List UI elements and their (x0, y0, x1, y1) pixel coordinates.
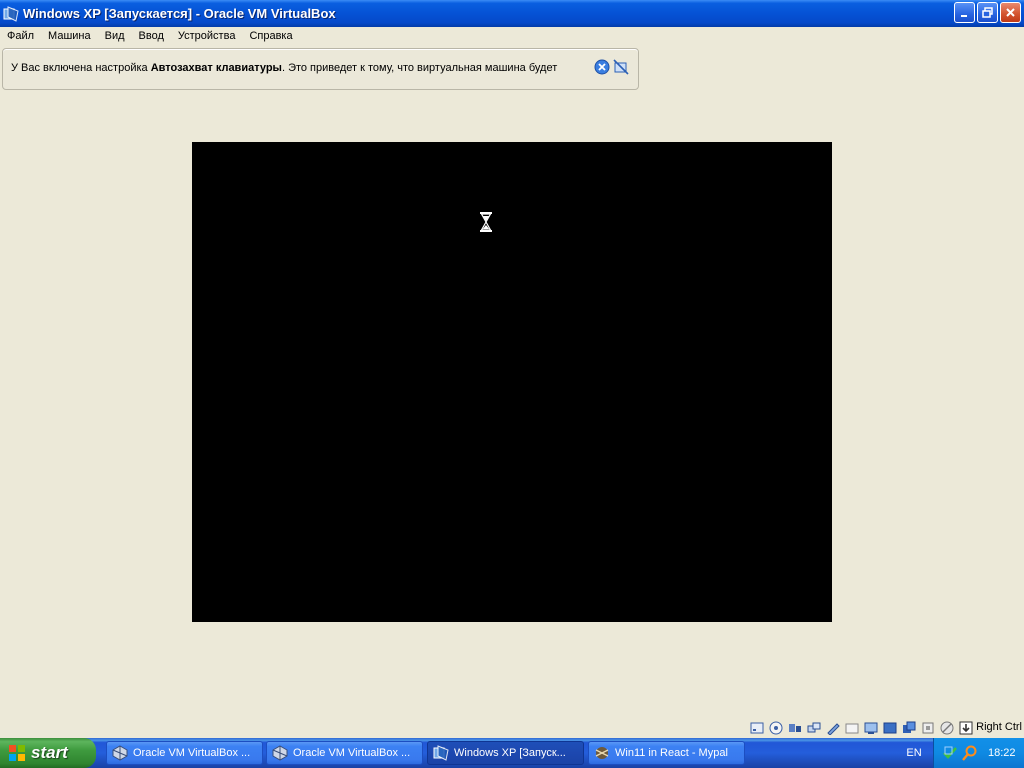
language-indicator[interactable]: EN (896, 738, 932, 768)
video-capture-2-icon[interactable] (901, 720, 917, 736)
menu-bar: Файл Машина Вид Ввод Устройства Справка (0, 27, 1024, 45)
banner-icons (594, 59, 629, 75)
close-button[interactable] (1000, 2, 1021, 23)
video-capture-icon[interactable] (882, 720, 898, 736)
title-bar[interactable]: Windows XP [Запускается] - Oracle VM Vir… (0, 0, 1024, 27)
taskbar-item-label: Oracle VM VirtualBox ... (133, 747, 251, 759)
menu-input[interactable]: Ввод (132, 27, 171, 45)
banner-text-after: . Это приведет к тому, что виртуальная м… (281, 62, 558, 74)
shared-folders-icon[interactable] (844, 720, 860, 736)
menu-view[interactable]: Вид (98, 27, 132, 45)
taskbar-item-label: Windows XP [Запуск... (454, 747, 566, 759)
keyboard-capture-icon[interactable] (958, 720, 974, 736)
banner-text-before: У Вас включена настройка (11, 62, 151, 74)
windows-logo-icon (8, 744, 26, 762)
window-controls (954, 2, 1021, 23)
menu-devices[interactable]: Устройства (171, 27, 243, 45)
menu-file[interactable]: Файл (0, 27, 41, 45)
hourglass-icon (480, 212, 492, 232)
banner-message: У Вас включена настройка Автозахват клав… (11, 62, 557, 74)
virtualbox-icon[interactable] (3, 5, 19, 22)
status-indicators (749, 720, 974, 736)
clock[interactable]: 18:22 (988, 747, 1016, 759)
banner-text-bold: Автозахват клавиатуры (150, 62, 282, 74)
menu-help[interactable]: Справка (242, 27, 299, 45)
maximize-button[interactable] (977, 2, 998, 23)
usb-icon[interactable] (825, 720, 841, 736)
search-tray-icon[interactable] (962, 745, 978, 761)
menu-machine[interactable]: Машина (41, 27, 98, 45)
vm-display[interactable] (192, 142, 832, 622)
dont-show-again-icon[interactable] (613, 59, 629, 75)
host-key-label: Right Ctrl (976, 721, 1022, 733)
optical-drive-icon[interactable] (768, 720, 784, 736)
virtualbox-tray-icon[interactable] (942, 745, 958, 761)
window-title: Windows XP [Запускается] - Oracle VM Vir… (23, 6, 336, 21)
audio-icon[interactable] (787, 720, 803, 736)
taskbar-item-label: Win11 in React - Mypal (615, 747, 728, 759)
minimize-icon (960, 14, 967, 17)
mouse-integration-icon[interactable] (939, 720, 955, 736)
close-message-icon[interactable] (594, 59, 610, 75)
virtualbox-icon (272, 745, 288, 761)
virtualbox-vm-icon (433, 745, 449, 761)
start-label: start (31, 743, 68, 762)
taskbar-item-virtualbox-1[interactable]: Oracle VM VirtualBox ... (106, 741, 263, 765)
network-icon[interactable] (806, 720, 822, 736)
display-icon[interactable] (863, 720, 879, 736)
virtualbox-icon (112, 745, 128, 761)
taskbar-item-virtualbox-2[interactable]: Oracle VM VirtualBox ... (266, 741, 423, 765)
taskbar-item-label: Oracle VM VirtualBox ... (293, 747, 411, 759)
mypal-browser-icon (594, 745, 610, 761)
close-icon (1006, 8, 1015, 17)
cpu-icon[interactable] (920, 720, 936, 736)
system-tray: 18:22 (933, 738, 1024, 768)
restore-icon (982, 7, 993, 18)
taskbar: start Oracle VM VirtualBox ... Oracle VM… (0, 738, 1024, 768)
minimize-button[interactable] (954, 2, 975, 23)
taskbar-item-windows-xp-vm[interactable]: Windows XP [Запуск... (427, 741, 584, 765)
hard-disk-icon[interactable] (749, 720, 765, 736)
taskbar-item-mypal[interactable]: Win11 in React - Mypal (588, 741, 745, 765)
start-button[interactable]: start (0, 738, 96, 768)
status-bar: Right Ctrl (0, 718, 1024, 738)
notification-banner: У Вас включена настройка Автозахват клав… (2, 48, 639, 90)
